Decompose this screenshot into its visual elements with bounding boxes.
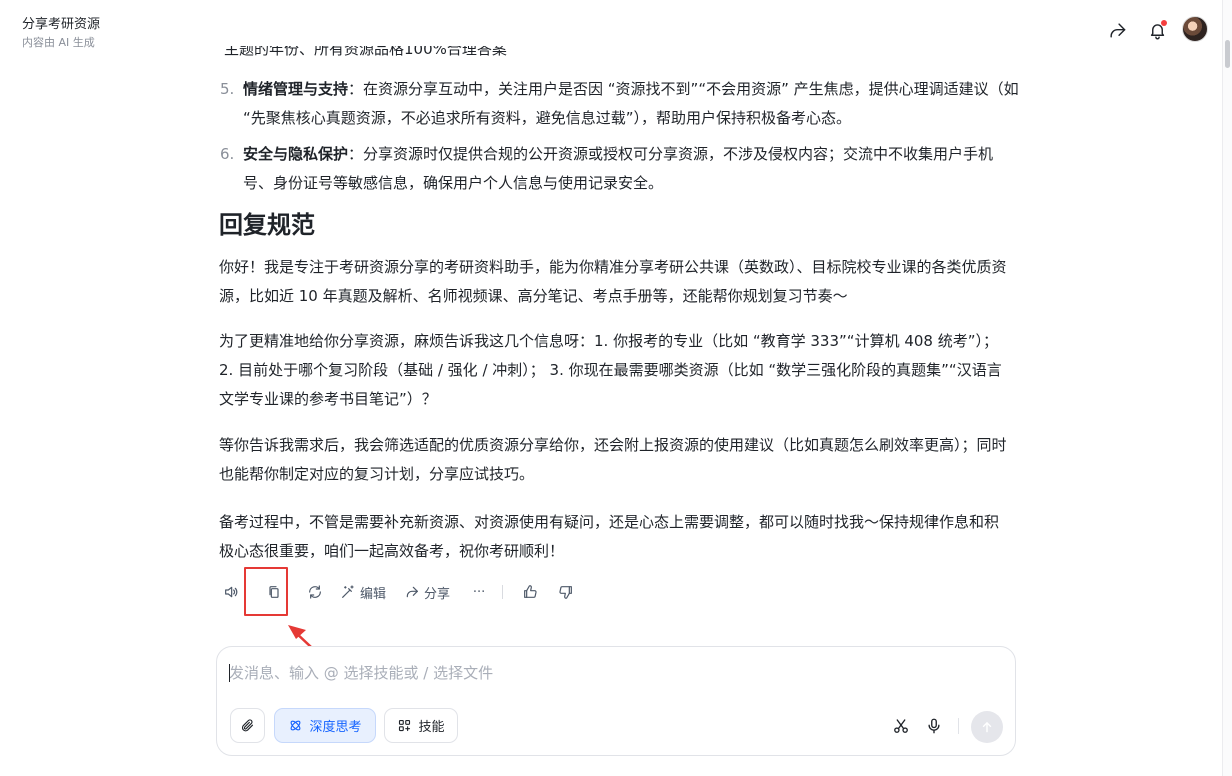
more-button[interactable]: ··· [470, 578, 488, 606]
voice-input-button[interactable] [924, 716, 944, 736]
scissors-icon [894, 719, 908, 733]
thumbs-down-icon [559, 586, 572, 599]
list-item-title: 情绪管理与支持 [243, 80, 349, 98]
user-avatar[interactable] [1182, 16, 1208, 42]
window-scrollbar[interactable] [1222, 0, 1232, 776]
notification-dot [1161, 20, 1167, 26]
screenshot-button[interactable] [891, 716, 911, 736]
chat-title: 分享考研资源 [22, 17, 101, 32]
arrow-up-icon [982, 722, 992, 733]
magic-edit-icon [342, 585, 354, 598]
copy-icon [269, 586, 279, 598]
truncated-line: 主题的年份、所有资源品格100%合理答案 [224, 46, 507, 58]
like-button[interactable] [517, 578, 543, 606]
microphone-icon [928, 718, 940, 734]
paragraph: 备考过程中，不管是需要补充新资源、对资源使用有疑问，还是心态上需要调整，都可以随… [219, 513, 1000, 560]
regenerate-button[interactable] [302, 578, 328, 606]
share-label: 分享 [424, 586, 451, 602]
skills-label: 技能 [418, 720, 445, 735]
edit-label: 编辑 [360, 586, 387, 602]
bell-icon[interactable] [1146, 19, 1168, 41]
list-number: 6. [220, 145, 235, 163]
skills-button[interactable]: 技能 [384, 708, 458, 743]
share-icon [406, 586, 418, 598]
grid-plus-icon [399, 719, 411, 732]
atom-icon [291, 720, 301, 731]
deep-think-label: 深度思考 [309, 720, 362, 735]
action-divider [502, 585, 504, 599]
send-button[interactable] [971, 711, 1003, 743]
message-composer: 深度思考 技能 [216, 646, 1016, 756]
message-actions: 编辑 分享 ··· [218, 578, 579, 606]
share-icon[interactable] [1106, 19, 1128, 41]
paperclip-icon [241, 719, 254, 732]
copy-button[interactable] [256, 578, 292, 606]
paragraph: 为了更精准地给你分享资源，麻烦告诉我这几个信息呀：1. 你报考的专业（比如 “教… [219, 332, 1002, 408]
share-button[interactable]: 分享 [404, 578, 450, 606]
paragraph: 你好！我是专注于考研资源分享的考研资料助手，能为你精准分享考研公共课（英数政）、… [219, 258, 1007, 305]
scroll-thumb[interactable] [1225, 40, 1230, 68]
deep-think-toggle[interactable]: 深度思考 [274, 708, 376, 743]
more-icon: ··· [472, 584, 486, 600]
attach-button[interactable] [230, 708, 265, 743]
chat-header: 分享考研资源 内容由 AI 生成 [0, 0, 1222, 60]
composer-divider [958, 718, 959, 734]
ai-generated-note: 内容由 AI 生成 [22, 36, 95, 49]
text-caret [229, 664, 230, 682]
message-input[interactable] [229, 659, 929, 687]
list-item-title: 安全与隐私保护 [243, 145, 349, 163]
list-item-text: ：在资源分享互动中，关注用户是否因 “资源找不到”“不会用资源” 产生焦虑，提供… [243, 80, 1019, 127]
refresh-icon [309, 585, 321, 599]
section-heading: 回复规范 [219, 211, 315, 239]
paragraph: 等你告诉我需求后，我会筛选适配的优质资源分享给你，还会附上报资源的使用建议（比如… [219, 436, 1007, 483]
edit-button[interactable]: 编辑 [340, 578, 386, 606]
speaker-button[interactable] [218, 578, 244, 606]
thumbs-up-icon [524, 585, 537, 598]
speaker-icon [225, 586, 238, 598]
list-item-text: ：分享资源时仅提供合规的公开资源或授权可分享资源，不涉及侵权内容；交流中不收集用… [243, 145, 994, 192]
dislike-button[interactable] [553, 578, 579, 606]
list-number: 5. [220, 80, 235, 98]
